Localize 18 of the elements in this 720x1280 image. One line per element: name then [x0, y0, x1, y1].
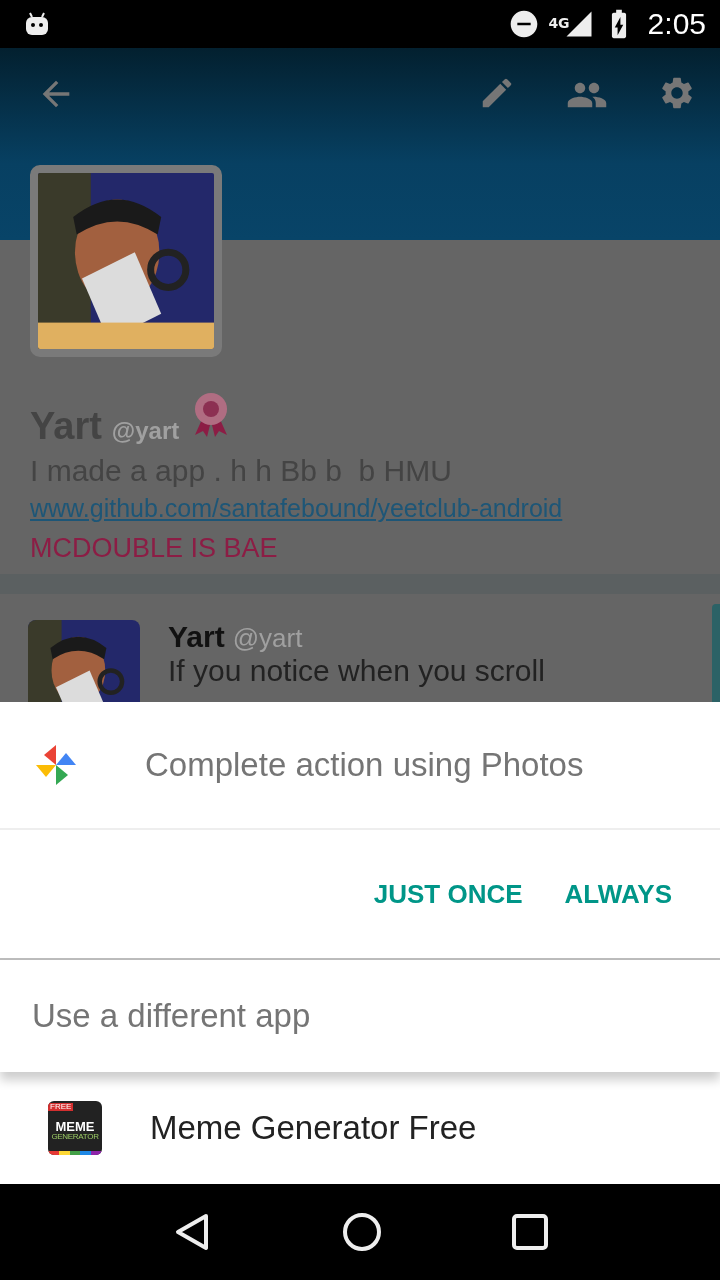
app-name: Meme Generator Free [150, 1109, 477, 1147]
home-button[interactable] [342, 1212, 382, 1252]
dialog-button[interactable]: JUST ONCE [359, 868, 537, 920]
clock: 2:05 [647, 7, 706, 41]
post-handle: @yart [232, 623, 303, 654]
dialog-title: Complete action using Photos [145, 746, 584, 784]
post-text: If you notice when you scroll [168, 654, 545, 687]
android-icon [24, 11, 50, 37]
pinwheel-icon [34, 743, 78, 787]
network-type: 4G [548, 15, 570, 31]
profile-tagline: MCDOUBLE IS BAE [30, 533, 279, 564]
app-icon: FREE MEME GENERATOR [48, 1101, 102, 1155]
dialog-button[interactable]: ALWAYS [550, 868, 686, 920]
profile-handle: @yart [111, 417, 180, 445]
section-label: Use a different app [0, 960, 720, 1072]
post-author: Yart [168, 620, 225, 654]
app-list-item[interactable]: FREE MEME GENERATOR Meme Generator Free [0, 1072, 720, 1184]
recents-button[interactable] [512, 1214, 548, 1250]
